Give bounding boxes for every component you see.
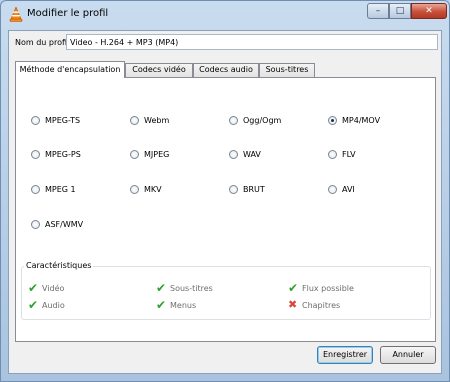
- radio-button[interactable]: [229, 150, 238, 159]
- radio-label: BRUT: [243, 185, 265, 194]
- radio-label: Webm: [144, 116, 170, 125]
- radio-button[interactable]: [31, 150, 40, 159]
- radio-button[interactable]: [229, 116, 238, 125]
- radio-label: MPEG 1: [45, 185, 76, 194]
- title-bar: Modifier le profil – □ ✕: [1, 1, 449, 29]
- radio-button[interactable]: [130, 116, 139, 125]
- close-button[interactable]: ✕: [411, 3, 447, 19]
- tab-video-codecs[interactable]: Codecs vidéo: [125, 63, 193, 77]
- radio-button[interactable]: [31, 116, 40, 125]
- cancel-button[interactable]: Annuler: [380, 346, 436, 364]
- minimize-button[interactable]: –: [367, 3, 389, 19]
- check-icon: ✔: [288, 281, 299, 295]
- radio-label: MJPEG: [144, 150, 170, 159]
- dialog-content: Nom du profil Méthode d'encapsulation Co…: [8, 30, 442, 374]
- feature-label: Menus: [170, 301, 197, 310]
- save-button[interactable]: Enregistrer: [317, 346, 373, 364]
- radio-label: ASF/WMV: [45, 220, 84, 229]
- window-title: Modifier le profil: [27, 8, 109, 19]
- features-group-title: Caractéristiques: [24, 261, 94, 270]
- vlc-cone-icon: [9, 7, 23, 22]
- profile-name-label: Nom du profil: [15, 38, 70, 47]
- radio-label: WAV: [243, 150, 261, 159]
- radio-button[interactable]: [328, 150, 337, 159]
- dialog-window: Modifier le profil – □ ✕ Nom du profil M…: [0, 0, 450, 382]
- cross-icon: ✖: [288, 298, 298, 311]
- radio-label: MP4/MOV: [342, 116, 381, 125]
- radio-button[interactable]: [130, 150, 139, 159]
- radio-button[interactable]: [328, 185, 337, 194]
- tab-subtitles[interactable]: Sous-titres: [259, 63, 315, 77]
- radio-label: MPEG-TS: [45, 116, 81, 125]
- feature-label: Sous-titres: [170, 284, 213, 293]
- radio-button[interactable]: [229, 185, 238, 194]
- radio-label: Ogg/Ogm: [243, 116, 282, 125]
- check-icon: ✔: [28, 281, 39, 295]
- radio-button[interactable]: [31, 185, 40, 194]
- feature-label: Flux possible: [302, 284, 354, 293]
- maximize-button[interactable]: □: [389, 3, 411, 19]
- feature-label: Vidéo: [42, 284, 65, 293]
- encapsulation-panel: MPEG-TS Webm Ogg/Ogm MP4/MOV MPEG-PS MJP…: [15, 77, 436, 342]
- radio-button[interactable]: [130, 185, 139, 194]
- radio-button[interactable]: [31, 220, 40, 229]
- radio-button-selected[interactable]: [328, 116, 337, 125]
- radio-label: FLV: [342, 150, 356, 159]
- radio-label: MKV: [144, 185, 162, 194]
- radio-label: MPEG-PS: [45, 150, 81, 159]
- check-icon: ✔: [28, 298, 39, 312]
- features-group: Caractéristiques ✔ Vidéo ✔ Sous-titres ✔…: [21, 261, 431, 320]
- profile-name-input[interactable]: [66, 34, 438, 50]
- tab-encapsulation[interactable]: Méthode d'encapsulation: [15, 61, 125, 78]
- feature-label: Audio: [42, 301, 65, 310]
- tab-audio-codecs[interactable]: Codecs audio: [193, 63, 259, 77]
- radio-label: AVI: [342, 185, 355, 194]
- feature-label: Chapitres: [302, 301, 341, 310]
- check-icon: ✔: [156, 298, 167, 312]
- check-icon: ✔: [156, 281, 167, 295]
